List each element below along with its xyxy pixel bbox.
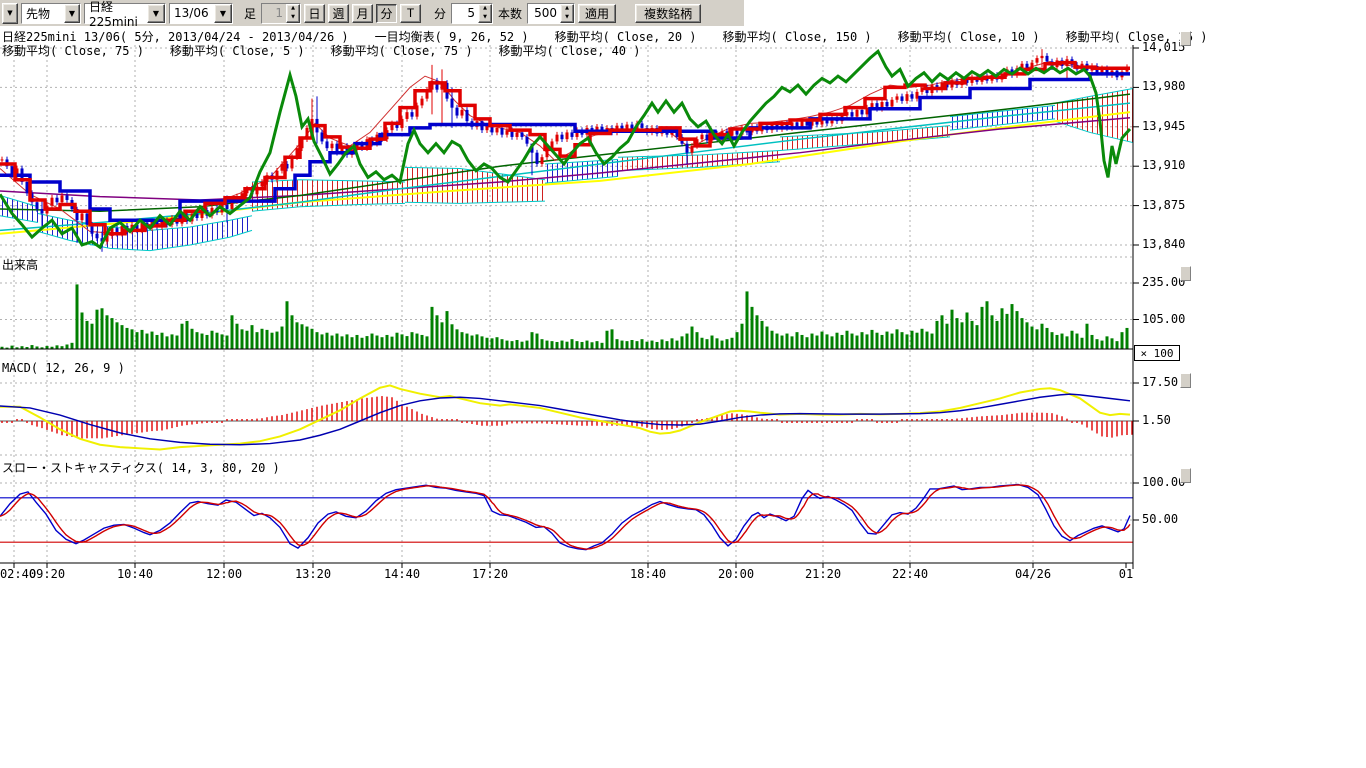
indicator-legend-item: 移動平均( Close, 75 ) — [331, 42, 473, 59]
macd-pane-label: MACD( 12, 26, 9 ) — [2, 361, 125, 375]
macd-pane-scroll-handle[interactable] — [1180, 373, 1191, 388]
volume-multiplier-badge: × 100 — [1134, 345, 1180, 361]
main-pane-scroll-handle[interactable] — [1180, 31, 1191, 46]
volume-pane-scroll-handle[interactable] — [1180, 266, 1191, 281]
indicator-legend-item: 移動平均( Close, 40 ) — [499, 42, 641, 59]
indicator-legend-row-2: 移動平均( Close, 75 ) 移動平均( Close, 5 ) 移動平均( C… — [2, 42, 640, 59]
volume-pane-label: 出来高 — [2, 256, 38, 273]
indicator-legend-item: 移動平均( Close, 75 ) — [2, 42, 144, 59]
stochastics-pane-label: スロー・ストキャスティクス( 14, 3, 80, 20 ) — [2, 459, 280, 476]
price-chart-canvas[interactable] — [0, 0, 1366, 768]
app-window: ▼ 先物 ▼ 日経225mini ▼ 13/06 ▼ 足 1 ▲▼ 日 週 月 … — [0, 0, 1366, 768]
indicator-legend-item: 移動平均( Close, 150 ) — [723, 28, 872, 45]
indicator-legend-item: 移動平均( Close, 5 ) — [170, 42, 305, 59]
stoch-pane-scroll-handle[interactable] — [1180, 468, 1191, 483]
indicator-legend-item: 移動平均( Close, 10 ) — [898, 28, 1040, 45]
